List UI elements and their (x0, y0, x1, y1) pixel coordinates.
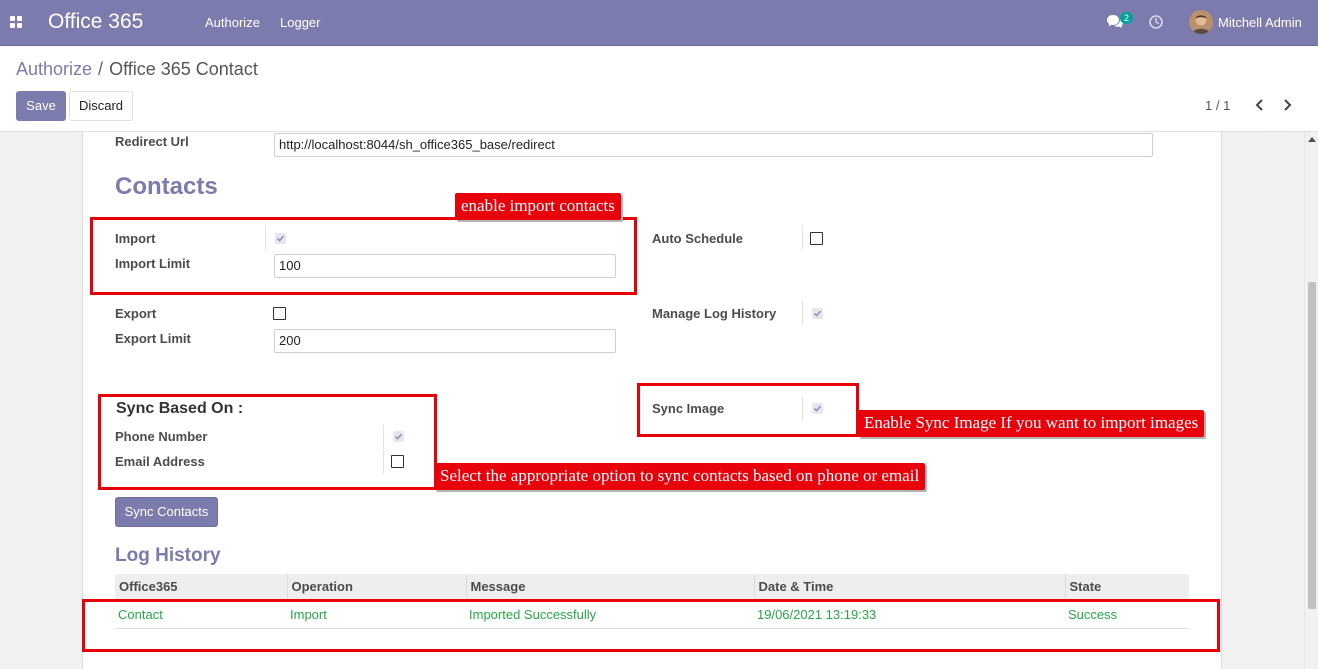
menu-authorize[interactable]: Authorize (205, 15, 260, 30)
breadcrumb-separator: / (98, 59, 104, 79)
discard-button[interactable]: Discard (69, 91, 133, 121)
apps-grid-icon[interactable] (10, 16, 23, 29)
user-avatar[interactable] (1189, 10, 1213, 34)
user-name[interactable]: Mitchell Admin (1218, 15, 1302, 30)
annotation-sync-based-label: Select the appropriate option to sync co… (434, 463, 926, 490)
manage-log-history-label: Manage Log History (652, 306, 777, 321)
breadcrumb: Authorize / Office 365 Contact (16, 59, 258, 80)
pager-next-icon[interactable] (1280, 98, 1294, 112)
chat-count-badge: 2 (1120, 12, 1133, 24)
pager-value[interactable]: 1 / 1 (1205, 98, 1230, 113)
column-header-message[interactable]: Message (466, 574, 755, 601)
menu-logger[interactable]: Logger (280, 15, 320, 30)
app-brand[interactable]: Office 365 (48, 10, 143, 34)
export-checkbox[interactable] (273, 307, 286, 320)
table-header-row: Office365 Operation Message Date & Time … (115, 574, 1189, 601)
breadcrumb-current: Office 365 Contact (109, 59, 258, 79)
control-panel: Authorize / Office 365 Contact Save Discar… (0, 46, 1318, 132)
log-history-title: Log History (115, 545, 221, 566)
annotation-box-log-row (82, 599, 1220, 652)
vertical-scrollbar[interactable] (1304, 132, 1318, 669)
auto-schedule-checkbox[interactable] (810, 232, 823, 245)
redirect-url-input[interactable]: http://localhost:8044/sh_office365_base/… (274, 133, 1153, 157)
field-separator (802, 226, 803, 250)
contacts-section-title: Contacts (115, 173, 218, 200)
manage-log-history-checkbox[interactable] (812, 308, 823, 319)
pager-previous-icon[interactable] (1253, 98, 1267, 112)
annotation-box-sync-based-on (98, 394, 437, 490)
export-limit-input[interactable]: 200 (274, 329, 616, 353)
activity-clock-icon[interactable] (1149, 15, 1163, 29)
sync-contacts-button[interactable]: Sync Contacts (115, 497, 218, 527)
export-label: Export (115, 306, 157, 321)
scroll-up-arrow-icon[interactable] (1308, 137, 1316, 142)
column-header-operation[interactable]: Operation (287, 574, 467, 601)
column-header-office365[interactable]: Office365 (115, 574, 288, 601)
annotation-sync-image-label: Enable Sync Image If you want to import … (858, 410, 1205, 437)
annotation-import-label: enable import contacts (455, 193, 621, 220)
annotation-box-import (90, 217, 637, 295)
redirect-url-label: Redirect Url (115, 134, 189, 149)
field-separator (802, 301, 803, 325)
breadcrumb-authorize-link[interactable]: Authorize (16, 59, 92, 79)
annotation-box-sync-image (637, 383, 859, 437)
top-navbar: Office 365 Authorize Logger 2 Mitchell A… (0, 0, 1318, 46)
save-button[interactable]: Save (16, 91, 66, 121)
scroll-thumb[interactable] (1308, 282, 1316, 609)
auto-schedule-label: Auto Schedule (652, 231, 744, 246)
column-header-date-time[interactable]: Date & Time (754, 574, 1066, 601)
export-limit-label: Export Limit (115, 331, 191, 346)
column-header-state[interactable]: State (1065, 574, 1189, 601)
